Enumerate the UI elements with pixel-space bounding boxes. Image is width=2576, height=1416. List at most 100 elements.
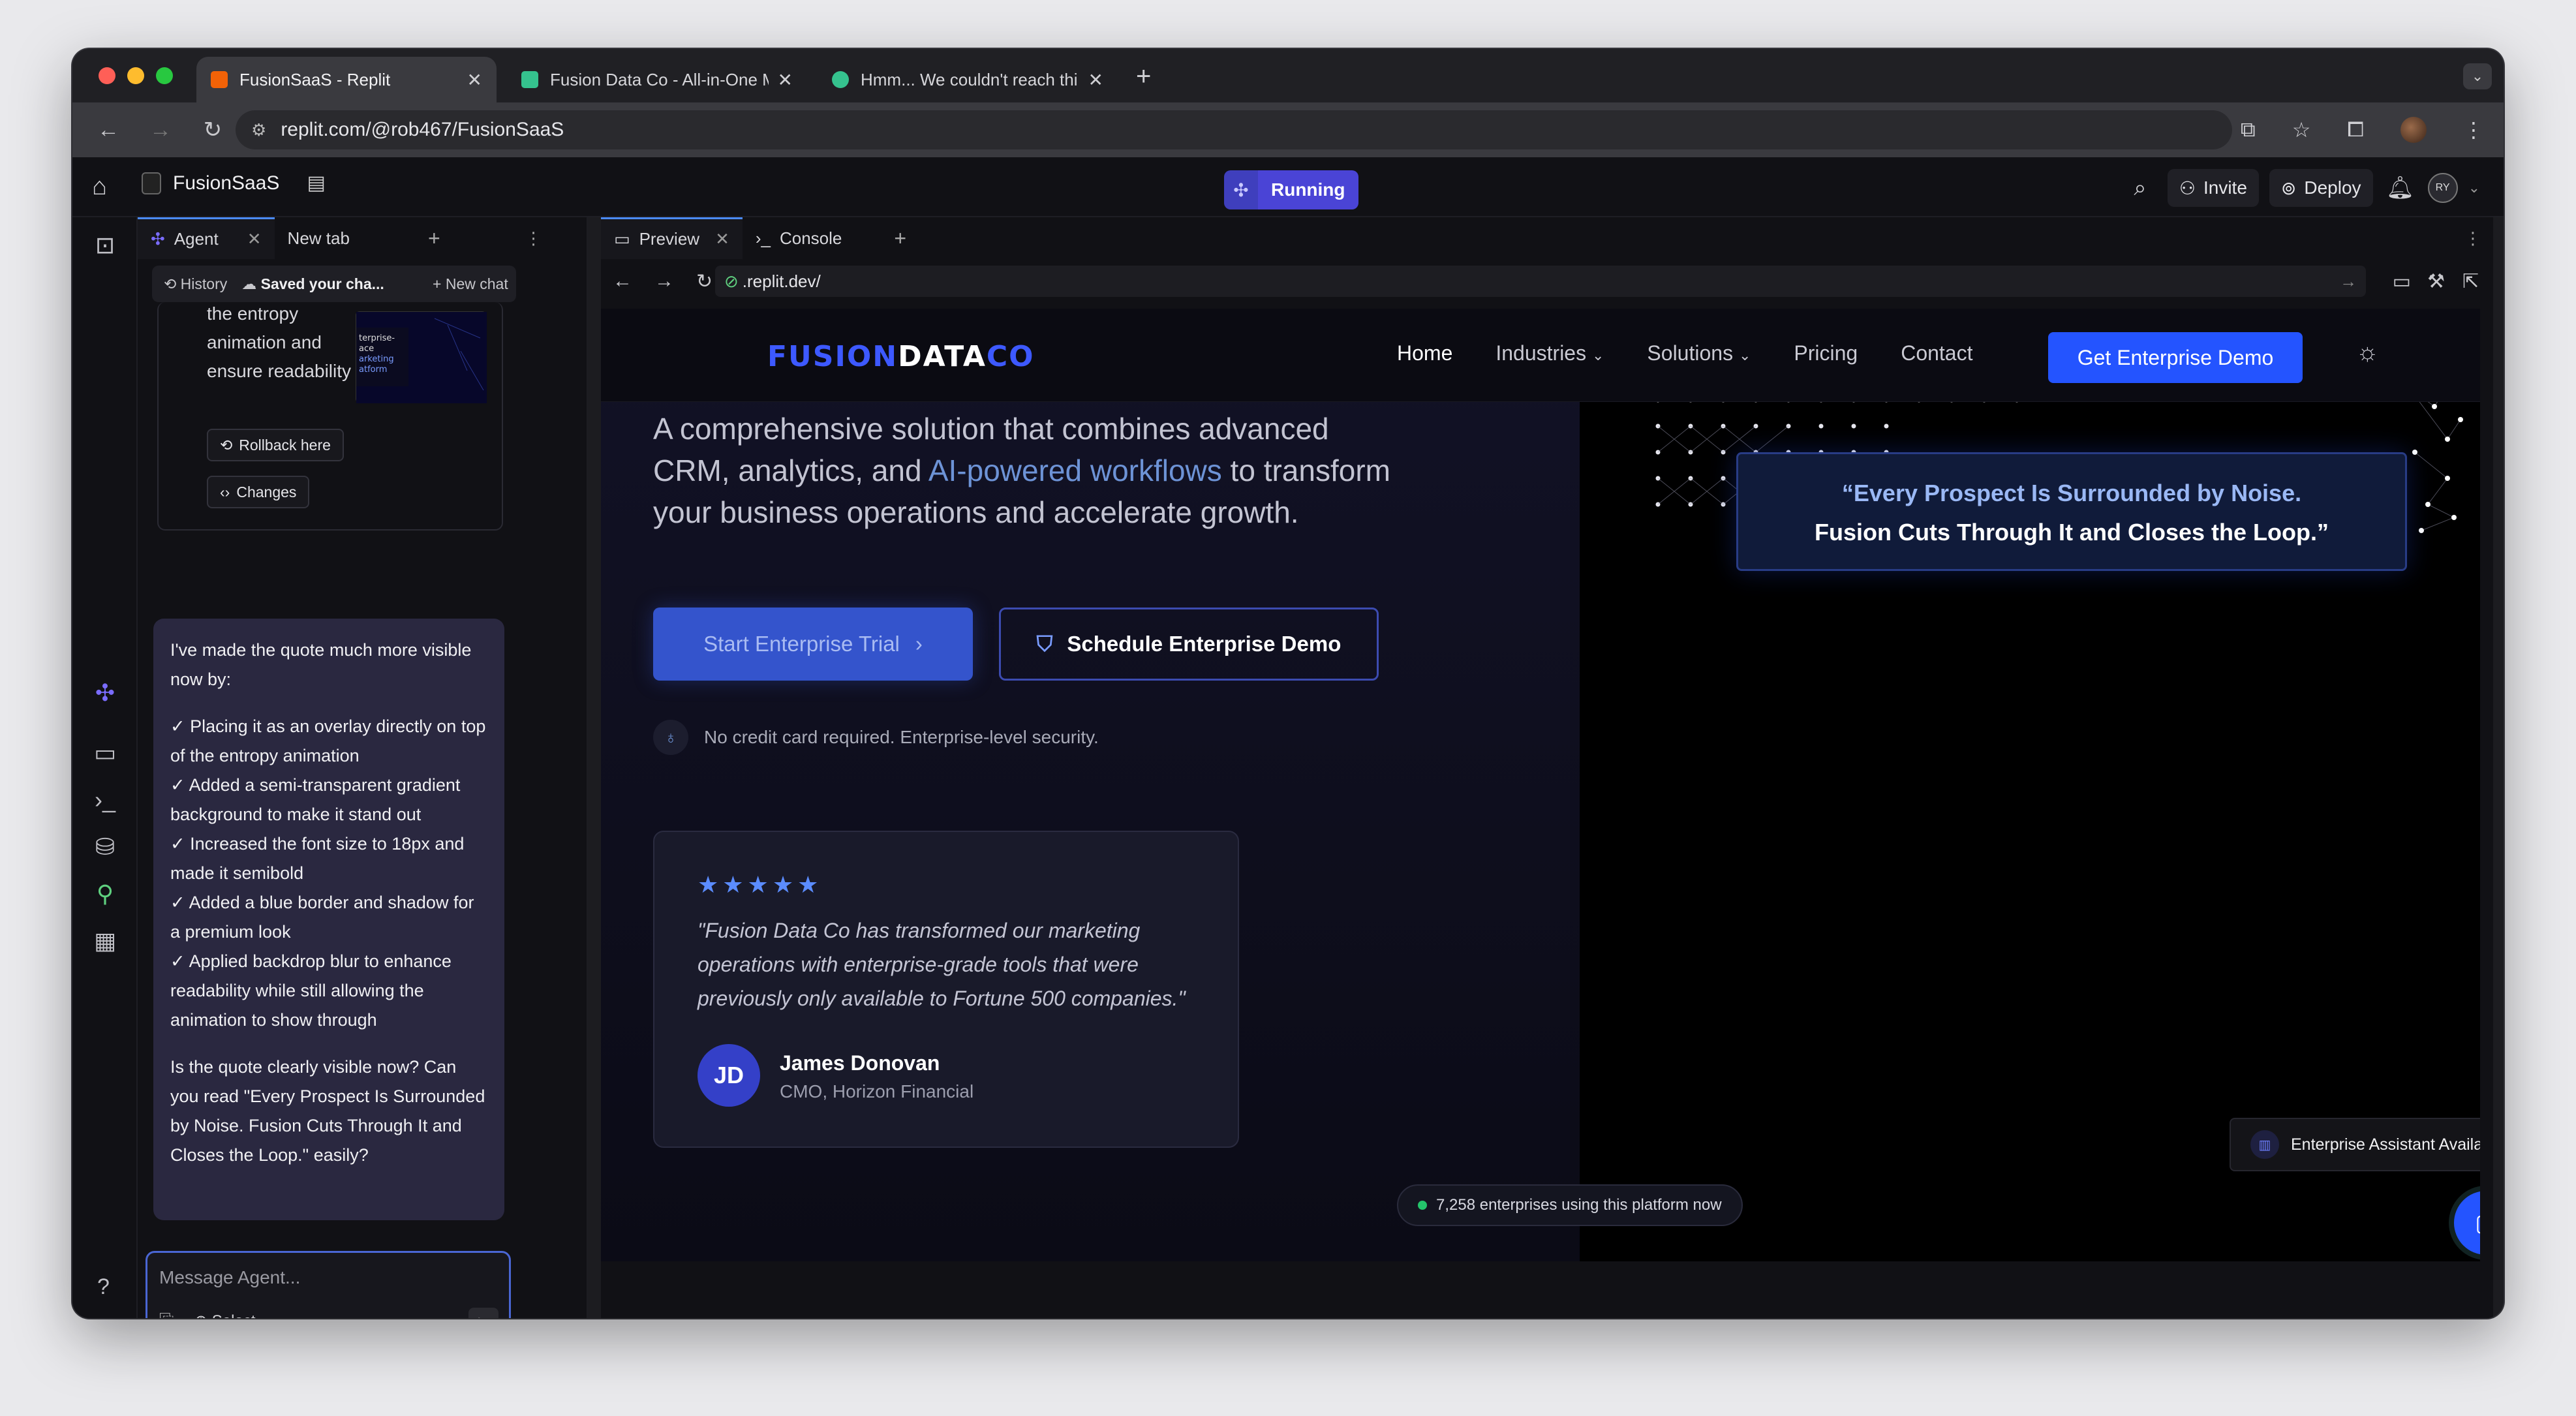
shell-icon[interactable]: ›_ (72, 786, 138, 814)
terminal-icon: ›_ (755, 228, 771, 248)
message-question: Is the quote clearly visible now? Can yo… (170, 1057, 485, 1165)
rollback-button[interactable]: ⟲ Rollback here (207, 429, 344, 461)
send-icon[interactable]: ➤ (468, 1308, 498, 1318)
project-switcher[interactable]: FusionSaaS ▤ (142, 172, 326, 194)
deploy-icon: ⊚ (2280, 177, 2297, 198)
bell-icon[interactable]: 🔔︎ (2384, 175, 2417, 201)
new-chat-button[interactable]: + New chat (433, 275, 508, 293)
testimonial-card: ★★★★★ "Fusion Data Co has transformed ou… (653, 831, 1239, 1148)
testimonial-author: James Donovan (780, 1051, 940, 1075)
close-tab-icon[interactable]: ✕ (467, 69, 482, 91)
maximize-window-button[interactable] (156, 67, 173, 84)
nav-industries-link[interactable]: Industries ⌄ (1495, 341, 1604, 365)
deploy-button[interactable]: ⊚ Deploy (2269, 169, 2373, 207)
more-options-icon[interactable]: ⋮ (2464, 228, 2481, 249)
attach-paperclip-icon[interactable]: ⎘ (159, 1310, 174, 1318)
agent-icon[interactable]: ✣ (72, 679, 138, 707)
open-new-window-icon[interactable]: ⇱ (2462, 270, 2479, 293)
site-settings-icon[interactable]: ⚙ (251, 120, 266, 140)
preview-address-input[interactable]: ⊘ .replit.dev/ → (715, 266, 2366, 297)
get-enterprise-demo-button[interactable]: Get Enterprise Demo (2048, 332, 2303, 383)
add-user-icon: ⚇ (2179, 177, 2196, 198)
tab-preview[interactable]: ▭ Preview ✕ (601, 217, 743, 259)
browser-tab-error[interactable]: Hmm... We couldn't reach thi ✕ (818, 57, 1118, 102)
close-tab-icon[interactable]: ✕ (778, 69, 793, 91)
nav-solutions-link[interactable]: Solutions ⌄ (1647, 341, 1751, 365)
previous-checkpoint-card: the entropy animation and ensure readabi… (157, 302, 503, 531)
database-icon[interactable]: ⛁ (72, 833, 138, 861)
add-tab-plus-icon[interactable]: + (894, 226, 906, 251)
devtools-wrench-icon[interactable]: ⚒ (2427, 270, 2445, 293)
browser-menu-icon[interactable]: ⋮ (2463, 117, 2484, 142)
enterprise-assistant-tooltip[interactable]: ▥ Enterprise Assistant Available (2230, 1118, 2480, 1171)
all-tools-icon[interactable]: ▦ (72, 927, 138, 955)
close-tab-icon[interactable]: ✕ (1088, 69, 1103, 91)
more-options-icon[interactable]: ⋮ (525, 228, 542, 249)
left-rail: ⊡ ✣ ▭ ›_ ⛁ ⚲ ▦ ? (72, 217, 138, 1318)
run-status-button[interactable]: ✣ Running (1224, 170, 1358, 209)
invite-button[interactable]: ⚇ Invite (2167, 169, 2259, 207)
minimize-window-button[interactable] (127, 67, 144, 84)
history-button[interactable]: ⟲ History (164, 275, 227, 293)
home-icon[interactable]: ⌂ (92, 173, 107, 201)
chat-icon: ▢ (2475, 1209, 2480, 1237)
tab-search-chevron-icon[interactable]: ⌄ (2463, 63, 2492, 89)
browser-tab-replit[interactable]: FusionSaaS - Replit ✕ (196, 57, 497, 102)
forward-arrow-icon[interactable]: → (144, 117, 177, 143)
browser-window: FusionSaaS - Replit ✕ Fusion Data Co - A… (72, 49, 2504, 1318)
message-agent-input[interactable] (159, 1265, 498, 1291)
tab-agent[interactable]: ✣ Agent ✕ (138, 217, 275, 259)
agent-panel: ✣ Agent ✕ New tab + ⋮ ⟲ History ☁ Saved … (138, 217, 587, 1318)
quote-line: Fusion Cuts Through It and Closes the Lo… (1815, 519, 2329, 546)
add-tab-plus-icon[interactable]: + (428, 226, 440, 251)
close-tab-icon[interactable]: ✕ (247, 229, 262, 249)
close-tab-icon[interactable]: ✕ (715, 229, 729, 249)
select-element-button[interactable]: ⊕ Select (194, 1312, 255, 1318)
tab-title: Hmm... We couldn't reach thi (861, 69, 1078, 89)
install-app-icon[interactable]: ⧉ (2241, 117, 2256, 142)
webview-icon[interactable]: ▭ (72, 739, 138, 767)
schedule-enterprise-demo-button[interactable]: ⛉ Schedule Enterprise Demo (999, 608, 1379, 681)
user-avatar[interactable]: RY (2427, 173, 2458, 203)
panel-resize-handle[interactable] (587, 217, 588, 1318)
checkpoint-text: the entropy animation and ensure readabi… (207, 303, 352, 381)
tab-new[interactable]: New tab (275, 217, 363, 259)
tab-console[interactable]: ›_ Console (743, 217, 855, 259)
nav-home-link[interactable]: Home (1397, 341, 1452, 365)
back-arrow-icon[interactable]: ← (92, 117, 125, 143)
nav-pricing-link[interactable]: Pricing (1794, 341, 1858, 365)
chevron-down-icon[interactable]: ⌄ (2468, 179, 2480, 196)
agent-tabs: ✣ Agent ✕ New tab + ⋮ (138, 217, 587, 259)
address-bar[interactable]: ⚙ replit.com/@rob467/FusionSaaS (236, 110, 2232, 149)
device-icon[interactable]: ▭ (2393, 270, 2411, 293)
site-favicon-icon (521, 71, 538, 88)
chevron-down-icon: ⌄ (1738, 347, 1751, 363)
tab-title: FusionSaaS - Replit (239, 69, 391, 89)
nav-contact-link[interactable]: Contact (1901, 341, 1972, 365)
help-icon[interactable]: ? (97, 1274, 110, 1300)
bookmark-star-icon[interactable]: ☆ (2292, 117, 2311, 142)
extensions-puzzle-icon[interactable]: ⧠ (2347, 117, 2364, 142)
changes-button[interactable]: ‹› Changes (207, 476, 310, 508)
browser-tab-fusion[interactable]: Fusion Data Co - All-in-One M ✕ (507, 57, 807, 102)
new-tab-plus-icon[interactable]: + (1136, 62, 1151, 91)
site-logo[interactable]: FUSIONDATACO (767, 340, 1035, 373)
close-window-button[interactable] (99, 67, 115, 84)
live-usage-text: 7,258 enterprises using this platform no… (1436, 1196, 1722, 1214)
database-icon[interactable]: ▤ (307, 172, 325, 194)
start-enterprise-trial-button[interactable]: Start Enterprise Trial › (653, 608, 973, 681)
search-icon[interactable]: ⌕ (2123, 176, 2157, 201)
reload-icon[interactable]: ↻ (696, 270, 713, 293)
profile-avatar[interactable] (2400, 117, 2427, 143)
button-label: Start Enterprise Trial (703, 632, 900, 656)
reload-icon[interactable]: ↻ (196, 117, 229, 143)
files-icon[interactable]: ⊡ (72, 232, 138, 259)
back-arrow-icon[interactable]: ← (613, 270, 632, 292)
checkpoint-thumbnail[interactable]: terprise- ace arketing atform (356, 311, 487, 403)
forward-arrow-icon[interactable]: → (654, 270, 674, 292)
go-arrow-icon[interactable]: → (2340, 271, 2357, 292)
theme-toggle-sun-icon[interactable]: ☼ (2356, 339, 2379, 367)
secrets-icon[interactable]: ⚲ (72, 880, 138, 908)
chevron-down-icon: ⌄ (1591, 347, 1604, 363)
chart-icon: ▥ (2250, 1130, 2279, 1159)
